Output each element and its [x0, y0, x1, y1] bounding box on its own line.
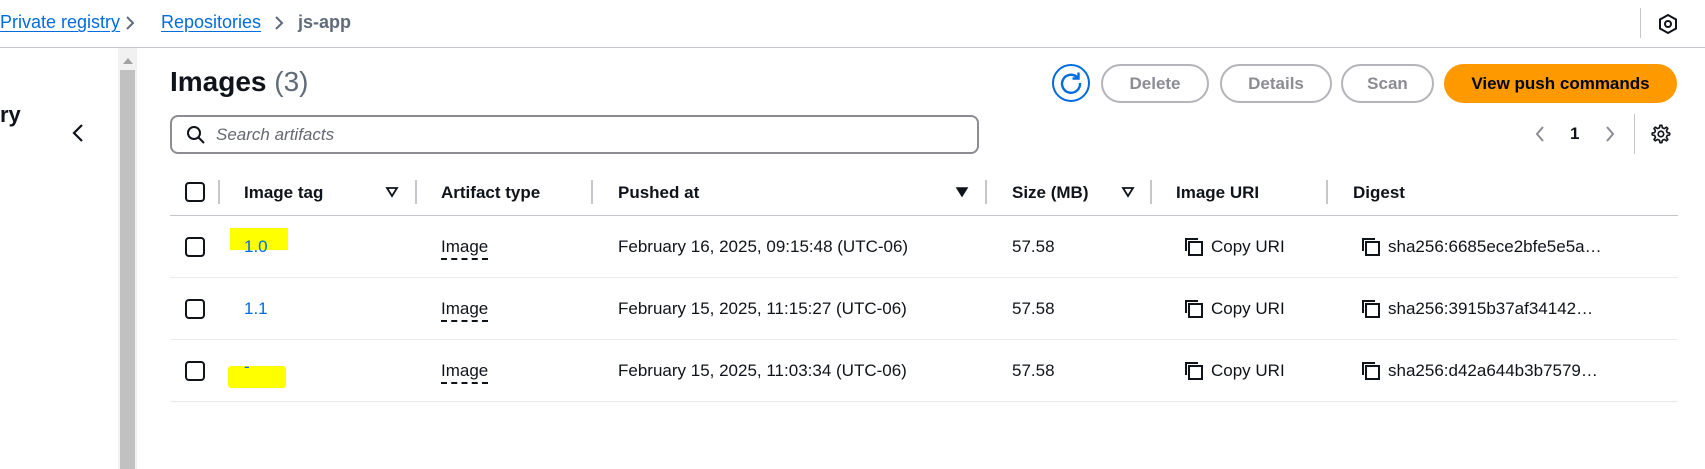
image-count: (3)	[274, 66, 309, 97]
breadcrumb-private-registry[interactable]: Private registry	[0, 12, 120, 33]
copy-uri-button[interactable]: Copy URI	[1183, 359, 1313, 383]
column-header-artifact-type: Artifact type	[441, 183, 541, 202]
sort-descending-icon[interactable]	[955, 186, 969, 198]
copy-uri-label: Copy URI	[1211, 361, 1285, 380]
copy-digest-button[interactable]: sha256:d42a644b3b7579…	[1360, 359, 1620, 383]
artifact-type[interactable]: Image	[441, 237, 489, 260]
chevron-right-icon	[126, 16, 135, 30]
column-divider	[218, 180, 220, 204]
refresh-button[interactable]	[1052, 64, 1090, 102]
previous-page-icon[interactable]	[1534, 124, 1546, 144]
digest-value: sha256:6685ece2bfe5e5a…	[1388, 237, 1602, 256]
column-divider	[1150, 180, 1152, 204]
table-row[interactable]: 1.0 Image February 16, 2025, 09:15:48 (U…	[170, 216, 1678, 278]
highlight-mark	[228, 366, 286, 388]
search-box	[170, 115, 979, 154]
row-checkbox[interactable]	[185, 237, 205, 257]
image-size: 57.58	[1012, 237, 1055, 256]
refresh-icon	[1060, 72, 1082, 94]
breadcrumb-current: js-app	[298, 12, 352, 32]
search-icon	[187, 126, 205, 144]
copy-digest-button[interactable]: sha256:3915b37af34142…	[1360, 297, 1620, 321]
column-header-size[interactable]: Size (MB)	[1012, 183, 1089, 203]
image-tag-link[interactable]: 1.1	[244, 299, 268, 319]
next-page-icon[interactable]	[1604, 124, 1616, 144]
scan-button[interactable]: Scan	[1341, 64, 1434, 103]
copy-uri-button[interactable]: Copy URI	[1183, 235, 1313, 259]
row-checkbox[interactable]	[185, 361, 205, 381]
delete-button[interactable]: Delete	[1101, 64, 1209, 103]
breadcrumb-repositories[interactable]: Repositories	[161, 12, 261, 33]
hexagon-settings-icon[interactable]	[1656, 12, 1680, 36]
copy-icon	[1362, 362, 1380, 380]
column-divider	[1326, 180, 1328, 204]
pushed-at: February 15, 2025, 11:15:27 (UTC-06)	[618, 299, 907, 318]
page-title-text: Images	[170, 66, 267, 97]
column-header-image-tag[interactable]: Image tag	[244, 183, 323, 203]
table-row[interactable]: - Image February 15, 2025, 11:03:34 (UTC…	[170, 340, 1678, 402]
copy-uri-label: Copy URI	[1211, 299, 1285, 318]
sort-triangle-icon[interactable]	[385, 186, 399, 198]
table-header: Image tag Artifact type Pushed at Size (…	[170, 172, 1678, 216]
column-header-pushed-at[interactable]: Pushed at	[618, 183, 699, 203]
image-tag-link[interactable]: -	[244, 357, 250, 377]
scrollbar-thumb[interactable]	[120, 70, 135, 469]
digest-value: sha256:d42a644b3b7579…	[1388, 361, 1598, 380]
copy-icon	[1362, 238, 1380, 256]
divider	[1640, 8, 1641, 38]
artifact-type[interactable]: Image	[441, 361, 489, 384]
column-header-digest: Digest	[1353, 183, 1405, 202]
copy-uri-label: Copy URI	[1211, 237, 1285, 256]
page-title: Images (3)	[170, 66, 309, 98]
pushed-at: February 15, 2025, 11:03:34 (UTC-06)	[618, 361, 907, 380]
copy-uri-button[interactable]: Copy URI	[1183, 297, 1313, 321]
digest-value: sha256:3915b37af34142…	[1388, 299, 1594, 318]
column-divider	[415, 180, 417, 204]
copy-icon	[1362, 300, 1380, 318]
column-divider	[985, 180, 987, 204]
side-navigation: ry	[0, 48, 118, 469]
scroll-up-arrow-icon[interactable]	[123, 58, 133, 64]
view-push-commands-button[interactable]: View push commands	[1444, 64, 1677, 103]
copy-icon	[1185, 362, 1203, 380]
collapse-chevron-left-icon[interactable]	[70, 122, 86, 144]
image-size: 57.58	[1012, 361, 1055, 380]
gear-icon[interactable]	[1649, 123, 1671, 145]
pushed-at: February 16, 2025, 09:15:48 (UTC-06)	[618, 237, 909, 256]
details-button[interactable]: Details	[1220, 64, 1332, 103]
divider	[1634, 114, 1635, 154]
row-checkbox[interactable]	[185, 299, 205, 319]
artifact-type[interactable]: Image	[441, 299, 489, 322]
image-tag-link[interactable]: 1.0	[244, 237, 268, 257]
select-all-checkbox[interactable]	[185, 182, 205, 202]
table-row[interactable]: 1.1 Image February 15, 2025, 11:15:27 (U…	[170, 278, 1678, 340]
chevron-right-icon	[275, 16, 284, 30]
column-divider	[591, 180, 593, 204]
current-page-number[interactable]: 1	[1570, 124, 1579, 144]
sort-triangle-icon[interactable]	[1121, 186, 1135, 198]
copy-icon	[1185, 238, 1203, 256]
image-size: 57.58	[1012, 299, 1055, 318]
top-navigation-bar: Private registry Repositories js-app	[0, 0, 1705, 48]
sidebar-title: ry	[0, 102, 21, 127]
column-header-image-uri: Image URI	[1176, 183, 1260, 202]
copy-icon	[1185, 300, 1203, 318]
search-input[interactable]	[216, 121, 956, 148]
copy-digest-button[interactable]: sha256:6685ece2bfe5e5a…	[1360, 235, 1620, 259]
